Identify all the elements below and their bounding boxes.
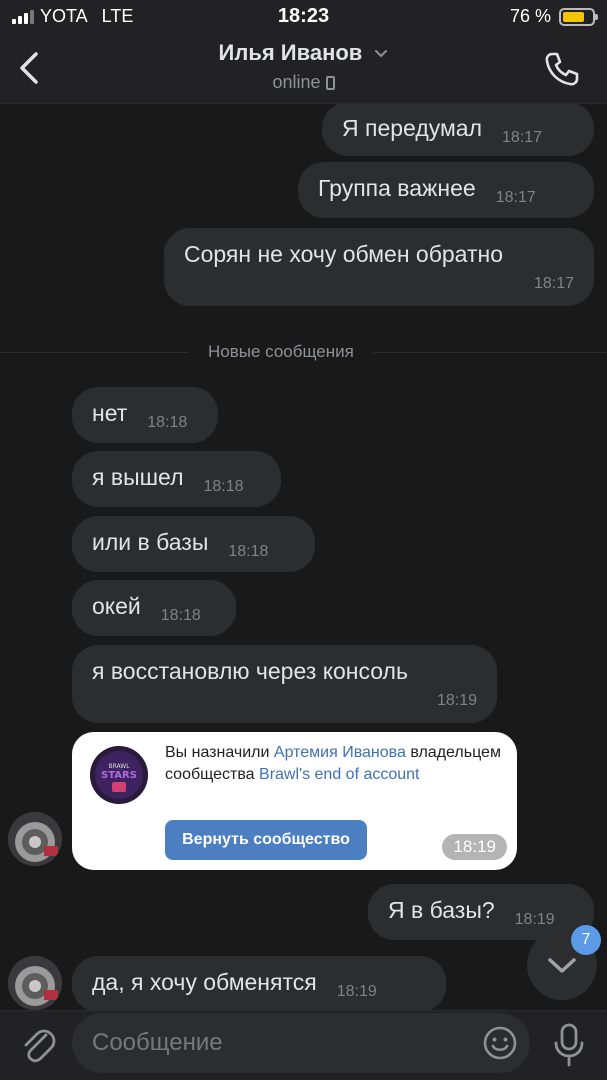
composer: Сообщение [0, 1010, 607, 1080]
battery-icon [559, 7, 598, 26]
message-text: окей [92, 593, 141, 619]
brawl-stars-logo: BRAWL STARS [90, 746, 148, 804]
chat-header: Илья Иванов online [0, 34, 607, 104]
paperclip-icon [24, 1029, 56, 1063]
voice-message-button[interactable] [549, 1021, 589, 1069]
message-incoming[interactable]: да, я хочу обменятся 18:19 [72, 956, 446, 1010]
message-time: 18:17 [533, 275, 574, 292]
chat-title[interactable]: Илья Иванов [0, 40, 607, 66]
avatar-image [8, 812, 62, 866]
message-incoming[interactable]: или в базы 18:18 [72, 516, 315, 572]
title-block[interactable]: Илья Иванов online [0, 40, 607, 93]
message-time: 18:18 [228, 543, 269, 560]
svg-text:BRAWL: BRAWL [108, 763, 130, 770]
status-right: 76 % [509, 6, 598, 27]
smile-icon [483, 1026, 517, 1060]
battery-percent: 76 % [509, 6, 551, 26]
microphone-icon [554, 1023, 584, 1067]
user-link[interactable]: Артемия Иванова [274, 744, 406, 761]
svg-text:STARS: STARS [101, 770, 137, 781]
message-incoming[interactable]: нет 18:18 [72, 387, 218, 443]
message-text: нет [92, 400, 128, 426]
avatar[interactable] [8, 956, 62, 1010]
return-community-button[interactable]: Вернуть сообщество [165, 820, 367, 860]
message-incoming[interactable]: окей 18:18 [72, 580, 236, 636]
message-text: Я в базы? [388, 897, 495, 923]
emoji-button[interactable] [482, 1025, 518, 1061]
presence-status: online [0, 72, 607, 93]
message-text: или в базы [92, 529, 209, 555]
phone-icon [545, 52, 579, 86]
message-time: 18:17 [502, 129, 543, 146]
message-time: 18:19 [436, 692, 477, 709]
community-card[interactable]: BRAWL STARS Вы назначили Артемия Иванова… [72, 732, 517, 870]
status-bar: YOTA LTE 18:23 76 % [0, 0, 607, 34]
message-text: Я передумал [342, 115, 483, 141]
new-messages-label: Новые сообщения [188, 342, 374, 362]
message-text: я восстановлю через консоль [92, 658, 408, 684]
message-outgoing[interactable]: Я передумал 18:17 [322, 104, 594, 156]
card-message: Вы назначили Артемия Иванова владельцем … [165, 742, 505, 786]
battery-fill [563, 11, 585, 22]
unread-badge: 7 [571, 925, 601, 955]
avatar-image [8, 956, 62, 1010]
community-link[interactable]: Brawl's end of account [259, 766, 419, 783]
message-text: Группа важнее [318, 175, 476, 201]
message-text: я вышел [92, 464, 184, 490]
message-input[interactable]: Сообщение [72, 1013, 530, 1073]
message-outgoing[interactable]: Сорян не хочу обмен обратно 18:17 [164, 228, 594, 306]
message-time: 18:18 [160, 607, 201, 624]
online-label: online [272, 72, 321, 92]
card-text: Вы назначили [165, 744, 274, 761]
call-button[interactable] [543, 50, 581, 88]
contact-name: Илья Иванов [218, 40, 363, 65]
avatar[interactable] [8, 812, 62, 866]
community-logo: BRAWL STARS [90, 746, 148, 804]
message-incoming[interactable]: я восстановлю через консоль 18:19 [72, 645, 497, 723]
message-list[interactable]: Я передумал 18:17 Группа важнее 18:17 Соря… [0, 104, 607, 1010]
message-outgoing[interactable]: Группа важнее 18:17 [298, 162, 594, 218]
message-text: Сорян не хочу обмен обратно [184, 241, 503, 267]
message-time: 18:19 [442, 834, 507, 860]
message-placeholder: Сообщение [92, 1029, 223, 1056]
message-incoming[interactable]: я вышел 18:18 [72, 451, 281, 507]
message-time: 18:17 [495, 189, 536, 206]
message-time: 18:19 [336, 983, 377, 1000]
chevron-down-icon [375, 50, 388, 58]
message-time: 18:18 [203, 478, 244, 495]
attach-button[interactable] [18, 1023, 58, 1067]
message-text: да, я хочу обменятся [92, 969, 317, 995]
message-time: 18:18 [147, 414, 188, 431]
mobile-icon [325, 76, 335, 90]
